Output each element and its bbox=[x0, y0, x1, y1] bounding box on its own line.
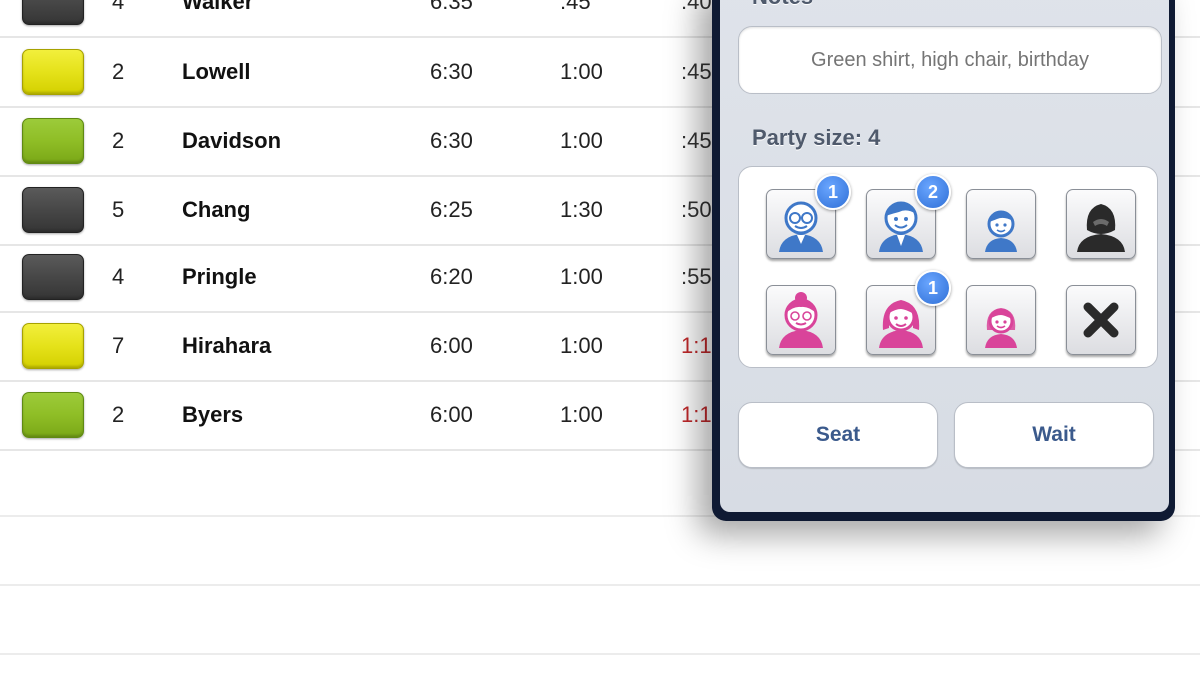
status-color-swatch[interactable] bbox=[22, 254, 84, 300]
arrival-time: 6:25 bbox=[430, 197, 473, 222]
party-size: 4 bbox=[112, 0, 125, 14]
arrival-time: 6:30 bbox=[430, 128, 473, 153]
elapsed-wait: :40 bbox=[681, 0, 712, 14]
anonymous-person-icon bbox=[1077, 204, 1125, 252]
quoted-wait: 1:00 bbox=[560, 333, 603, 358]
notes-input[interactable] bbox=[738, 26, 1162, 94]
quoted-wait: :45 bbox=[560, 0, 591, 14]
empty-row-divider bbox=[0, 584, 1200, 586]
party-size: 7 bbox=[112, 333, 125, 358]
quoted-wait: 1:30 bbox=[560, 197, 603, 222]
status-color-swatch[interactable] bbox=[22, 118, 84, 164]
anonymous-person-button[interactable] bbox=[1066, 189, 1136, 259]
woman-button[interactable]: 1 bbox=[866, 270, 951, 355]
quoted-wait: 1:00 bbox=[560, 128, 603, 153]
elapsed-wait: 1:1 bbox=[681, 402, 712, 427]
seat-button[interactable]: Seat bbox=[738, 402, 938, 468]
guest-name: Walker bbox=[182, 0, 254, 14]
boy-button[interactable] bbox=[966, 189, 1036, 259]
elderly-woman-button[interactable] bbox=[766, 285, 836, 355]
party-size: 2 bbox=[112, 128, 125, 153]
boy-icon bbox=[985, 210, 1017, 252]
elapsed-wait: :50 bbox=[681, 197, 712, 222]
quoted-wait: 1:00 bbox=[560, 264, 603, 289]
status-color-swatch[interactable] bbox=[22, 187, 84, 233]
guest-name: Davidson bbox=[182, 128, 282, 153]
arrival-time: 6:20 bbox=[430, 264, 473, 289]
count-badge: 2 bbox=[915, 174, 951, 210]
arrival-time: 6:30 bbox=[430, 59, 473, 84]
guest-name: Byers bbox=[182, 402, 244, 427]
party-size: 2 bbox=[112, 59, 125, 84]
count-badge: 1 bbox=[915, 270, 951, 306]
status-color-swatch[interactable] bbox=[22, 0, 84, 25]
guest-name: Hirahara bbox=[182, 333, 272, 358]
guest-name: Chang bbox=[182, 197, 251, 222]
party-size: 2 bbox=[112, 402, 125, 427]
arrival-time: 6:00 bbox=[430, 333, 473, 358]
wait-button[interactable]: Wait bbox=[954, 402, 1154, 468]
count-badge: 1 bbox=[815, 174, 851, 210]
elapsed-wait: :45 bbox=[681, 59, 712, 84]
status-color-swatch[interactable] bbox=[22, 323, 84, 369]
party-size-label: Party size: 4 bbox=[752, 125, 881, 150]
arrival-time: 6:00 bbox=[430, 402, 473, 427]
notes-label: Notes bbox=[752, 0, 813, 10]
guest-name: Lowell bbox=[182, 59, 251, 84]
popover-content: Notes Party size: 4 1 bbox=[720, 0, 1169, 512]
guest-name: Pringle bbox=[182, 264, 257, 289]
clear-x-icon bbox=[1083, 302, 1119, 338]
status-color-swatch[interactable] bbox=[22, 49, 84, 95]
girl-icon bbox=[985, 308, 1017, 348]
guest-type-grid: 1 2 1 bbox=[738, 166, 1158, 368]
clear-guests-button[interactable] bbox=[1066, 285, 1136, 355]
girl-button[interactable] bbox=[966, 285, 1036, 355]
elapsed-wait: 1:1 bbox=[681, 333, 712, 358]
status-color-swatch[interactable] bbox=[22, 392, 84, 438]
party-size: 5 bbox=[112, 197, 125, 222]
quoted-wait: 1:00 bbox=[560, 59, 603, 84]
elderly-man-button[interactable]: 1 bbox=[766, 174, 851, 259]
elderly-woman-icon bbox=[779, 292, 823, 348]
elapsed-wait: :45 bbox=[681, 128, 712, 153]
add-party-popover: Notes Party size: 4 1 bbox=[712, 0, 1175, 521]
man-button[interactable]: 2 bbox=[866, 174, 951, 259]
elapsed-wait: :55 bbox=[681, 264, 712, 289]
empty-row-divider bbox=[0, 653, 1200, 655]
quoted-wait: 1:00 bbox=[560, 402, 603, 427]
party-size: 4 bbox=[112, 264, 125, 289]
arrival-time: 6:35 bbox=[430, 0, 473, 14]
